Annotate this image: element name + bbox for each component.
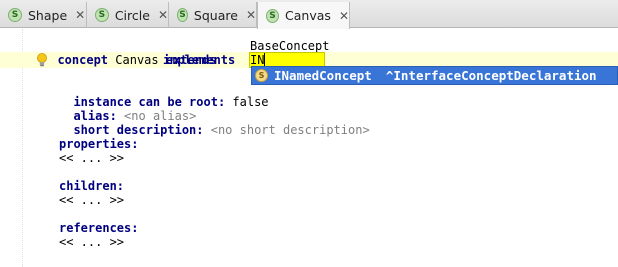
concept-keyword: concept: [57, 53, 109, 67]
text-cursor: [264, 53, 265, 67]
tab-label: Circle: [114, 7, 150, 23]
concept-s-icon: S: [255, 69, 268, 82]
tab-label: Square: [193, 7, 238, 23]
completion-item[interactable]: S INamedConcept ^InterfaceConceptDeclara…: [252, 67, 617, 84]
concept-name[interactable]: Canvas: [115, 53, 158, 67]
references-placeholder[interactable]: << ... >>: [59, 235, 124, 249]
properties-keyword: properties:: [59, 137, 139, 151]
completion-item-name: INamedConcept: [274, 68, 372, 83]
completion-popup: S INamedConcept ^InterfaceConceptDeclara…: [251, 66, 618, 85]
implements-keyword: implements: [163, 53, 236, 67]
close-icon[interactable]: ✕: [246, 8, 256, 22]
references-keyword: references:: [59, 221, 139, 235]
close-icon[interactable]: ✕: [339, 9, 349, 23]
children-placeholder[interactable]: << ... >>: [59, 193, 124, 207]
editor-tab-bar: S Shape ✕ S Circle ✕ S Square ✕ S Canvas…: [0, 0, 618, 29]
close-icon[interactable]: ✕: [158, 8, 168, 22]
concept-s-icon: S: [266, 8, 280, 23]
tab-square[interactable]: S Square ✕: [169, 2, 257, 28]
short-description-value[interactable]: <no short description>: [211, 123, 370, 137]
root-value[interactable]: false: [232, 95, 268, 109]
children-keyword: children:: [59, 179, 125, 193]
short-description-line: short description: <no short description…: [59, 109, 370, 137]
completion-item-type: ^InterfaceConceptDeclaration: [385, 68, 597, 83]
concept-s-icon: S: [8, 8, 22, 22]
implements-input-text[interactable]: IN: [250, 53, 264, 67]
concept-s-icon: S: [95, 8, 109, 22]
short-description-keyword: short description:: [73, 123, 204, 137]
concept-s-icon: S: [177, 8, 188, 22]
tab-label: Shape: [28, 7, 68, 23]
tab-shape[interactable]: S Shape ✕: [0, 2, 87, 28]
lightbulb-icon[interactable]: [36, 53, 48, 67]
extends-value[interactable]: BaseConcept: [250, 39, 329, 53]
tab-canvas[interactable]: S Canvas ✕: [257, 2, 350, 29]
tab-circle[interactable]: S Circle ✕: [87, 2, 169, 28]
properties-placeholder[interactable]: << ... >>: [59, 151, 124, 165]
close-icon[interactable]: ✕: [75, 8, 85, 22]
tab-label: Canvas: [285, 8, 331, 23]
